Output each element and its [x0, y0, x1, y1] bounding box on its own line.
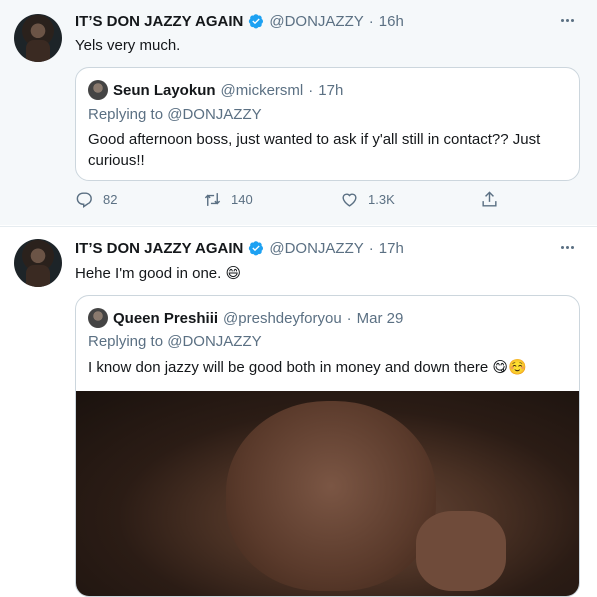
quoted-time: 17h — [318, 81, 344, 99]
share-icon — [482, 191, 497, 207]
tweet[interactable]: IT’S DON JAZZY AGAIN @DONJAZZY · 17h Heh… — [0, 226, 597, 597]
reply-count: 82 — [103, 192, 118, 207]
quoted-author-avatar — [88, 80, 108, 100]
replying-to-label: Replying to — [88, 106, 168, 123]
tweet-text: Hehe I'm good in one. 😄 — [75, 264, 241, 282]
separator-dot: · — [368, 12, 374, 30]
verified-badge-icon — [249, 241, 264, 256]
quoted-tweet-header: Seun Layokun @mickersml · 17h — [88, 80, 343, 100]
retweet-icon — [204, 193, 221, 206]
author-name[interactable]: IT’S DON JAZZY AGAIN — [75, 13, 243, 30]
quoted-tweet[interactable]: Queen Preshiii @preshdeyforyou · Mar 29 … — [75, 295, 580, 597]
quoted-author-handle: @preshdeyforyou — [223, 309, 342, 327]
replying-to-mention[interactable]: @DONJAZZY — [167, 106, 261, 123]
reply-button[interactable]: 82 — [75, 190, 117, 209]
tweet-text-content: Hehe I'm good in one. — [75, 265, 222, 282]
tweet-actions: 82 140 1.3K — [0, 190, 597, 216]
quoted-author-name: Seun Layokun — [113, 81, 216, 99]
tweet-header: IT’S DON JAZZY AGAIN @DONJAZZY · 16h — [75, 10, 404, 32]
retweet-button[interactable]: 140 — [203, 190, 253, 209]
author-name[interactable]: IT’S DON JAZZY AGAIN — [75, 240, 243, 257]
tweet-text: Yels very much. — [75, 37, 181, 54]
more-options-icon[interactable] — [557, 10, 577, 30]
tweet-header: IT’S DON JAZZY AGAIN @DONJAZZY · 17h — [75, 237, 404, 259]
tweet[interactable]: IT’S DON JAZZY AGAIN @DONJAZZY · 16h Yel… — [0, 0, 597, 225]
like-count: 1.3K — [368, 192, 395, 207]
author-avatar[interactable] — [14, 14, 62, 62]
separator-dot: · — [346, 309, 352, 327]
replying-to: Replying to @DONJAZZY — [88, 333, 262, 350]
replying-to: Replying to @DONJAZZY — [88, 106, 262, 123]
tweet-time[interactable]: 17h — [379, 240, 404, 257]
verified-badge-icon — [249, 14, 264, 29]
quoted-author-handle: @mickersml — [220, 81, 304, 99]
author-avatar[interactable] — [14, 239, 62, 287]
more-options-icon[interactable] — [557, 237, 577, 257]
quoted-author-avatar — [88, 308, 108, 328]
quoted-text: I know don jazzy will be good both in mo… — [88, 357, 567, 378]
author-handle[interactable]: @DONJAZZY — [269, 240, 363, 257]
replying-to-mention[interactable]: @DONJAZZY — [167, 333, 261, 350]
share-button[interactable] — [480, 190, 499, 209]
quoted-tweet-header: Queen Preshiii @preshdeyforyou · Mar 29 — [88, 308, 403, 328]
like-icon — [342, 193, 357, 207]
quoted-time: Mar 29 — [356, 309, 404, 327]
quoted-author-name: Queen Preshiii — [113, 309, 219, 327]
tweet-time[interactable]: 16h — [379, 13, 404, 30]
quoted-media-image[interactable] — [76, 391, 579, 596]
reply-icon — [76, 192, 92, 208]
quoted-tweet[interactable]: Seun Layokun @mickersml · 17h Replying t… — [75, 67, 580, 181]
like-button[interactable]: 1.3K — [340, 190, 395, 209]
separator-dot: · — [308, 81, 314, 99]
quoted-text-content: I know don jazzy will be good both in mo… — [88, 359, 489, 376]
author-handle[interactable]: @DONJAZZY — [269, 13, 363, 30]
quoted-emojis: 😋☺️ — [492, 359, 527, 376]
retweet-count: 140 — [231, 192, 253, 207]
separator-dot: · — [368, 239, 374, 257]
quoted-text: Good afternoon boss, just wanted to ask … — [88, 131, 541, 169]
grinning-emoji: 😄 — [225, 265, 242, 282]
replying-to-label: Replying to — [88, 333, 168, 350]
